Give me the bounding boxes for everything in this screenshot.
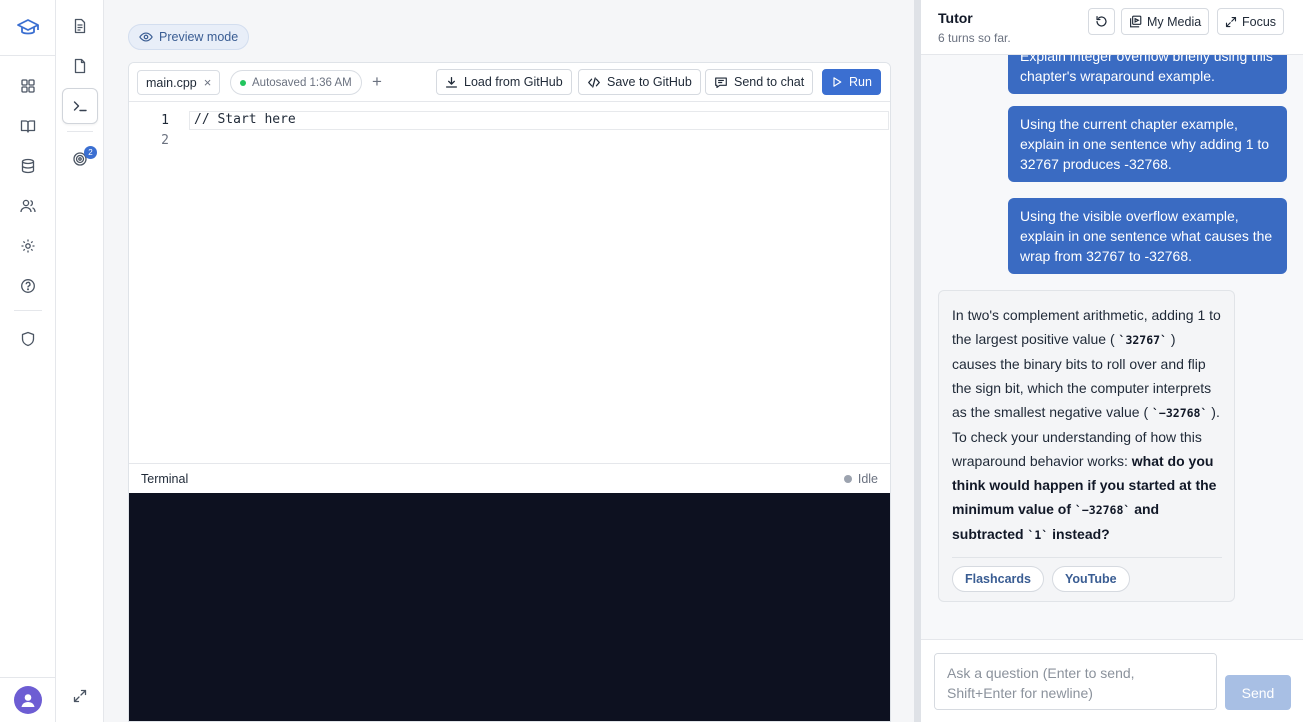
tutor-title: Tutor — [938, 10, 973, 26]
youtube-chip[interactable]: YouTube — [1052, 566, 1130, 592]
flashcards-chip[interactable]: Flashcards — [952, 566, 1045, 592]
autosave-label: Autosaved 1:36 AM — [252, 76, 352, 89]
secondary-rail: 2 — [56, 0, 104, 722]
eye-icon — [139, 30, 153, 44]
add-file-button[interactable]: + — [367, 72, 387, 92]
my-media-label: My Media — [1147, 14, 1202, 29]
reset-button[interactable] — [1088, 8, 1115, 35]
nav-database[interactable] — [13, 151, 43, 181]
line-number: 2 — [161, 133, 169, 148]
terminal-status: Idle — [843, 472, 878, 486]
nav-shield[interactable] — [13, 324, 43, 354]
close-icon[interactable]: × — [204, 75, 212, 90]
rail2-divider — [67, 131, 93, 132]
tutor-header: Tutor 6 turns so far. My Media Focus — [921, 0, 1303, 55]
help-icon — [20, 278, 36, 294]
nav-dashboard[interactable] — [13, 71, 43, 101]
database-icon — [20, 158, 36, 174]
settings-icon — [20, 238, 36, 254]
status-dot — [843, 475, 852, 483]
inline-code: `−32768` — [1074, 503, 1131, 517]
suggestion-chips: Flashcards YouTube — [952, 557, 1222, 592]
load-from-github-button[interactable]: Load from GitHub — [436, 69, 572, 95]
assistant-message: In two's complement arithmetic, adding 1… — [938, 290, 1235, 602]
download-icon — [445, 76, 458, 89]
user-message: Using the current chapter example, expla… — [1008, 106, 1287, 182]
nav-settings[interactable] — [13, 231, 43, 261]
editor-card: main.cpp × Autosaved 1:36 AM + Load from… — [128, 62, 891, 722]
save-to-github-button[interactable]: Save to GitHub — [578, 69, 701, 95]
nav-help[interactable] — [13, 271, 43, 301]
status-dot — [240, 79, 246, 86]
goals-badge: 2 — [84, 146, 97, 159]
tool-goals[interactable]: 2 — [65, 144, 97, 174]
inline-code: `32767` — [1118, 333, 1167, 347]
refresh-icon — [1095, 15, 1108, 28]
terminal-header: Terminal Idle — [129, 463, 890, 493]
focus-button[interactable]: Focus — [1217, 8, 1285, 35]
tool-notes[interactable] — [65, 11, 95, 41]
tool-terminal[interactable] — [62, 88, 98, 124]
autosave-status: Autosaved 1:36 AM — [230, 70, 362, 95]
editor-toolbar: main.cpp × Autosaved 1:36 AM + Load from… — [129, 63, 890, 102]
app-logo[interactable] — [0, 0, 55, 56]
shield-icon — [20, 331, 36, 347]
reply-text: In two's complement arithmetic, adding 1… — [952, 307, 1221, 347]
tool-file[interactable] — [65, 51, 95, 81]
graduation-cap-icon — [16, 16, 40, 40]
chat-composer: Send — [921, 639, 1303, 722]
terminal-status-label: Idle — [857, 472, 878, 486]
line-number: 1 — [161, 113, 169, 128]
send-to-chat-label: Send to chat — [734, 75, 805, 89]
file-tab-label: main.cpp — [146, 75, 197, 90]
question-input[interactable] — [934, 653, 1217, 710]
media-icon — [1129, 15, 1142, 28]
code-icon — [587, 76, 601, 89]
book-icon — [20, 118, 36, 134]
profile-area — [0, 677, 55, 722]
expand-icon — [72, 688, 88, 704]
play-icon — [831, 76, 843, 88]
my-media-button[interactable]: My Media — [1121, 8, 1210, 35]
inline-code: `1` — [1027, 528, 1049, 542]
primary-rail — [0, 0, 56, 722]
preview-mode-label: Preview mode — [159, 30, 239, 44]
inline-code: `−32768` — [1152, 406, 1208, 420]
load-from-github-label: Load from GitHub — [464, 75, 563, 89]
expand-icon — [1225, 16, 1237, 28]
message-icon — [714, 76, 728, 89]
turn-count: 6 turns so far. — [938, 31, 1011, 45]
terminal-title: Terminal — [141, 472, 189, 486]
send-to-chat-button[interactable]: Send to chat — [705, 69, 814, 95]
file-icon — [72, 58, 88, 74]
rail-divider — [14, 310, 42, 311]
chat-thread[interactable]: Explain integer overflow briefly using t… — [921, 55, 1303, 639]
code-line[interactable]: // Start here — [194, 112, 296, 127]
nav-users[interactable] — [13, 191, 43, 221]
expand-button[interactable] — [65, 681, 95, 711]
run-label: Run — [849, 75, 872, 89]
assistant-message-text: In two's complement arithmetic, adding 1… — [952, 303, 1222, 547]
reply-text: instead? — [1048, 526, 1110, 542]
preview-mode-pill[interactable]: Preview mode — [128, 24, 250, 50]
send-button[interactable]: Send — [1225, 675, 1291, 710]
save-to-github-label: Save to GitHub — [607, 75, 692, 89]
user-message: Using the visible overflow example, expl… — [1008, 198, 1287, 274]
workspace: Preview mode main.cpp × Autosaved 1:36 A… — [104, 0, 914, 722]
code-editor[interactable]: 1 2 // Start here — [129, 102, 890, 463]
run-button[interactable]: Run — [822, 69, 881, 95]
terminal-icon — [72, 98, 88, 114]
user-message: Explain integer overflow briefly using t… — [1008, 55, 1287, 94]
dashboard-icon — [20, 78, 36, 94]
document-icon — [72, 18, 88, 34]
users-icon — [20, 198, 36, 214]
tutor-panel: Tutor 6 turns so far. My Media Focus Exp… — [921, 0, 1303, 722]
nav-book[interactable] — [13, 111, 43, 141]
terminal-output[interactable] — [129, 493, 890, 721]
avatar[interactable] — [13, 686, 42, 714]
file-tab-main-cpp[interactable]: main.cpp × — [137, 70, 221, 95]
panel-resize-handle[interactable] — [914, 0, 921, 722]
focus-label: Focus — [1242, 14, 1277, 29]
